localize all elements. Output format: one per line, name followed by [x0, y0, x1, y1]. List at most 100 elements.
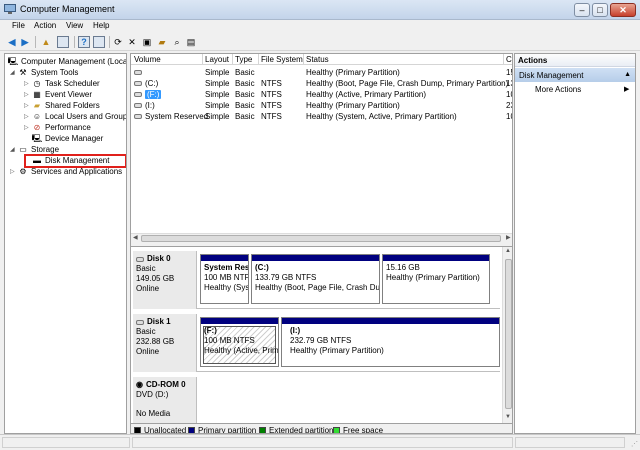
volume-fs: NTFS [261, 79, 282, 88]
menu-file[interactable]: File [12, 21, 25, 30]
column-capacity[interactable]: C [506, 55, 512, 64]
actions-title: Actions [518, 56, 548, 65]
column-volume[interactable]: Volume [134, 55, 161, 64]
expand-arrow-icon[interactable]: ▷ [24, 80, 32, 87]
partition-c[interactable]: (C:) 133.79 GB NTFS Healthy (Boot, Page … [251, 254, 380, 304]
resize-grip-icon[interactable]: ⋰ [631, 440, 638, 448]
volume-layout: Simple [205, 112, 230, 121]
tree-item-shared-folders[interactable]: ▷ ▰ Shared Folders [24, 100, 100, 111]
disk-state: Online [136, 347, 160, 356]
actions-pane: Actions Disk Management ▲ More Actions ▶ [514, 53, 636, 434]
back-icon[interactable]: ◀ [6, 36, 18, 48]
minimize-button[interactable]: – [574, 3, 590, 17]
horizontal-scrollbar[interactable]: ◀ ▶ [131, 233, 512, 242]
scroll-down-icon[interactable]: ▼ [505, 414, 511, 420]
scroll-right-icon[interactable]: ▶ [506, 234, 511, 241]
status-bar: ⋰ [0, 434, 640, 450]
search-icon[interactable]: ⌕ [171, 36, 183, 48]
volume-row[interactable]: System Reserved Simple Basic NTFS Health… [131, 111, 512, 122]
forward-icon[interactable]: ▶ [19, 36, 31, 48]
tree-item-task-scheduler[interactable]: ▷ ◷ Task Scheduler [24, 78, 100, 89]
actions-group-disk-management[interactable]: Disk Management ▲ [515, 68, 635, 82]
partition-status: Healthy (Active, Prim [204, 346, 278, 355]
volume-row[interactable]: (C:) Simple Basic NTFS Healthy (Boot, Pa… [131, 78, 512, 89]
partition-unlabeled[interactable]: 15.16 GB Healthy (Primary Partition) [382, 254, 490, 304]
partition-system-reserved[interactable]: System Res 100 MB NTF Healthy (Sys [200, 254, 249, 304]
disk-state: No Media [136, 409, 171, 418]
column-divider[interactable] [303, 54, 304, 65]
partition-status: Healthy (Boot, Page File, Crash Dum [255, 283, 379, 292]
tree-item-label: Event Viewer [45, 90, 92, 99]
volume-row[interactable]: Simple Basic Healthy (Primary Partition)… [131, 67, 512, 78]
properties-icon[interactable] [93, 36, 105, 48]
volume-capacity: 10 [506, 90, 512, 99]
disk-properties-icon[interactable]: ▣ [141, 36, 153, 48]
expand-arrow-icon[interactable]: ▷ [24, 124, 32, 131]
tree-item-performance[interactable]: ▷ ⊘ Performance [24, 122, 91, 133]
collapse-up-icon[interactable]: ▲ [624, 71, 631, 78]
maximize-button[interactable]: □ [592, 3, 608, 17]
disk-type: Basic [136, 327, 156, 336]
volume-row[interactable]: (I:) Simple Basic NTFS Healthy (Primary … [131, 100, 512, 111]
volume-name: (I:) [145, 101, 155, 110]
column-status[interactable]: Status [306, 55, 329, 64]
tree-item-root[interactable]: 🖳 Computer Management (Local) [8, 56, 126, 67]
submenu-arrow-icon[interactable]: ▶ [624, 85, 629, 93]
expand-arrow-icon[interactable]: ▷ [24, 91, 32, 98]
toolbar-separator [74, 36, 75, 48]
expand-arrow-icon[interactable]: ▷ [24, 113, 32, 120]
clock-icon: ◷ [33, 78, 41, 88]
disk-name: CD-ROM 0 [145, 380, 186, 389]
tree-item-event-viewer[interactable]: ▷ ▦ Event Viewer [24, 89, 92, 100]
volume-capacity: 23 [506, 101, 512, 110]
column-divider[interactable] [503, 54, 504, 65]
partition-size: 15.16 GB [386, 263, 420, 272]
scroll-left-icon[interactable]: ◀ [133, 234, 138, 241]
volume-type: Basic [235, 101, 255, 110]
window-title: Computer Management [20, 4, 115, 14]
cdrom-0-label[interactable]: ◉ CD-ROM 0 DVD (D:) No Media [133, 377, 197, 423]
title-bar: Computer Management – □ ✕ [0, 0, 640, 20]
column-divider[interactable] [202, 54, 203, 65]
disk-0-label[interactable]: Disk 0 Basic 149.05 GB Online [133, 251, 197, 309]
tree-item-label: Services and Applications [31, 167, 123, 176]
volume-capacity: 13 [506, 79, 512, 88]
up-folder-icon[interactable]: ▲ [40, 36, 52, 48]
disk-1-label[interactable]: Disk 1 Basic 232.88 GB Online [133, 314, 197, 372]
view-icon[interactable]: ▤ [185, 36, 197, 48]
menu-help[interactable]: Help [93, 21, 109, 30]
collapse-arrow-icon[interactable]: ◢ [10, 146, 18, 153]
delete-icon[interactable]: ✕ [126, 36, 138, 48]
show-hide-tree-icon[interactable] [57, 36, 69, 48]
column-type[interactable]: Type [235, 55, 252, 64]
tree-item-system-tools[interactable]: ◢ ⚒ System Tools [10, 67, 78, 78]
more-actions-link[interactable]: More Actions [535, 85, 581, 94]
volume-row-selected[interactable]: (F:) Simple Basic NTFS Healthy (Active, … [131, 89, 512, 100]
tree-item-device-manager[interactable]: 🖳 Device Manager [32, 133, 104, 144]
close-button[interactable]: ✕ [610, 3, 636, 17]
open-folder-icon[interactable]: ▰ [156, 36, 168, 48]
tree-item-label: System Tools [31, 68, 79, 77]
scrollbar-thumb[interactable] [141, 235, 501, 242]
scrollbar-thumb[interactable] [505, 259, 512, 409]
column-divider[interactable] [258, 54, 259, 65]
partition-f-selected[interactable]: (F:) 100 MB NTFS Healthy (Active, Prim [200, 317, 279, 367]
legend-swatch [188, 427, 195, 433]
menu-action[interactable]: Action [34, 21, 56, 30]
expand-arrow-icon[interactable]: ▷ [10, 168, 18, 175]
disk-type: DVD (D:) [136, 390, 169, 399]
menu-view[interactable]: View [66, 21, 83, 30]
column-file-system[interactable]: File System [261, 55, 303, 64]
column-divider[interactable] [232, 54, 233, 65]
collapse-arrow-icon[interactable]: ◢ [10, 69, 18, 76]
tree-item-local-users[interactable]: ▷ ☺ Local Users and Groups [24, 111, 126, 122]
partition-i[interactable]: (I:) 232.79 GB NTFS Healthy (Primary Par… [281, 317, 500, 367]
scroll-up-icon[interactable]: ▲ [505, 248, 511, 254]
volume-status: Healthy (Primary Partition) [306, 101, 400, 110]
help-icon[interactable]: ? [78, 36, 90, 48]
refresh-icon[interactable]: ⟳ [112, 36, 124, 48]
expand-arrow-icon[interactable]: ▷ [24, 102, 32, 109]
volume-status: Healthy (Active, Primary Partition) [306, 90, 427, 99]
column-layout[interactable]: Layout [205, 55, 229, 64]
vertical-scrollbar[interactable]: ▲ ▼ [502, 247, 512, 423]
